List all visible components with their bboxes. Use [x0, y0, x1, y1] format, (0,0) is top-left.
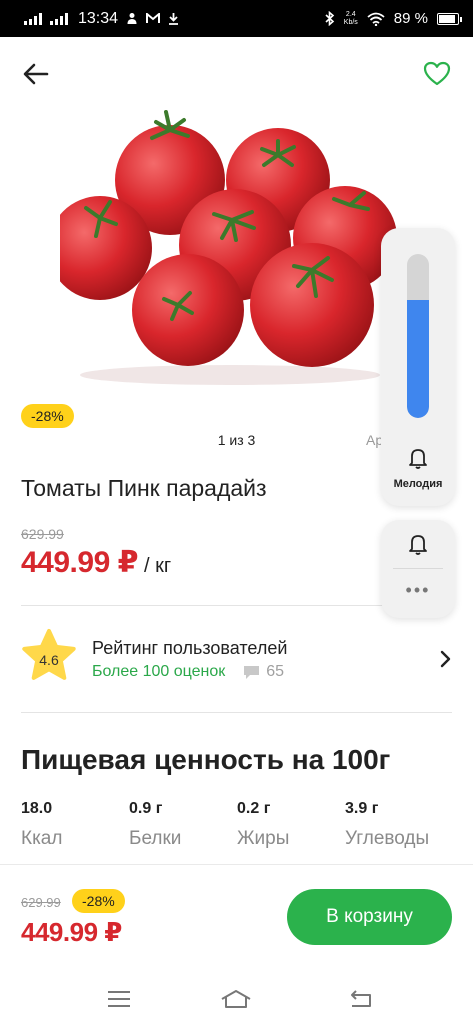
status-bar-right: 2.4 Kb/s 89 %	[325, 10, 462, 27]
signal-icon	[24, 12, 42, 25]
gmail-icon	[146, 13, 161, 23]
more-icon[interactable]: •••	[381, 580, 455, 601]
menu-icon	[108, 991, 130, 1007]
bottom-discount-badge: -28%	[72, 889, 125, 913]
rating-title: Рейтинг пользователей	[92, 638, 288, 658]
chevron-right-icon	[440, 650, 451, 668]
comment-icon	[244, 665, 260, 679]
old-price: 629.99	[21, 526, 64, 542]
volume-slider[interactable]	[407, 254, 429, 418]
back-button[interactable]	[20, 58, 52, 90]
nutrient-carbs: 3.9 г Углеводы	[345, 800, 453, 850]
favorite-button[interactable]	[421, 58, 453, 90]
nutrition-grid: 18.0 Ккал 0.9 г Белки 0.2 г Жиры 3.9 г У…	[21, 800, 461, 850]
system-nav-bar	[0, 974, 473, 1024]
nutrient-value: 18.0	[21, 800, 53, 817]
bell-icon[interactable]	[406, 532, 430, 556]
volume-panel: Мелодия	[381, 228, 455, 506]
home-icon	[221, 990, 251, 1008]
nutrition-heading: Пищевая ценность на 100г	[21, 744, 391, 775]
bottom-buy-bar: 629.99 -28% 449.99 ₽ В корзину	[0, 864, 473, 974]
tomato	[250, 243, 374, 367]
discount-badge: -28%	[21, 404, 74, 428]
heart-icon	[423, 61, 451, 86]
add-to-cart-button[interactable]: В корзину	[287, 889, 452, 945]
rating-value: 4.6	[39, 652, 59, 668]
comments-value: 65	[266, 663, 285, 680]
network-speed-unit: Kb/s	[343, 18, 358, 26]
status-time: 13:34	[78, 9, 119, 27]
price-row: 449.99 ₽ / кг	[21, 545, 171, 580]
status-bar: 13:34 2.4 Kb/s 89 %	[0, 0, 473, 37]
battery-percent: 89 %	[393, 10, 428, 27]
rating-count: Более 100 оценок	[92, 663, 226, 680]
rating-subline: Более 100 оценок 65	[92, 663, 284, 681]
network-speed: 2.4 Kb/s	[344, 11, 358, 27]
bottom-price: 449.99 ₽	[21, 917, 122, 947]
download-icon	[169, 13, 179, 25]
nutrient-protein: 0.9 г Белки	[129, 800, 237, 850]
bluetooth-icon	[325, 11, 334, 26]
nutrient-label: Белки	[129, 828, 182, 849]
nutrient-kcal: 18.0 Ккал	[21, 800, 129, 850]
divider	[21, 712, 452, 713]
system-back-button[interactable]	[344, 986, 376, 1012]
current-price: 449.99 ₽	[21, 546, 138, 579]
volume-mode-label: Мелодия	[393, 478, 443, 490]
nutrient-fat: 0.2 г Жиры	[237, 800, 345, 850]
divider	[393, 568, 443, 569]
price-unit: / кг	[143, 555, 172, 577]
comments-count: 65	[243, 663, 284, 681]
home-button[interactable]	[220, 986, 252, 1012]
nutrient-value: 0.9 г	[129, 800, 163, 817]
sound-settings-panel: •••	[381, 520, 455, 618]
nutrient-value: 0.2 г	[237, 800, 271, 817]
product-image[interactable]	[60, 100, 400, 390]
rating-row[interactable]: 4.6 Рейтинг пользователей Более 100 оцен…	[21, 626, 452, 692]
nutrient-label: Углеводы	[345, 828, 430, 849]
nutrient-label: Жиры	[237, 828, 290, 849]
bell-icon[interactable]	[406, 446, 430, 470]
battery-icon	[437, 12, 462, 25]
tomato	[132, 254, 244, 366]
volume-level	[407, 299, 429, 418]
signal-icon	[50, 12, 68, 25]
back-icon	[351, 990, 371, 1007]
product-title: Томаты Пинк парадайз	[21, 475, 267, 501]
bottom-old-price: 629.99	[21, 895, 61, 910]
nutrient-value: 3.9 г	[345, 800, 379, 817]
nutrient-label: Ккал	[21, 828, 63, 849]
status-bar-left: 13:34	[24, 10, 179, 28]
wifi-icon	[367, 12, 385, 26]
network-speed-value: 2.4	[345, 10, 356, 18]
usb-icon	[127, 13, 137, 24]
recent-apps-button[interactable]	[103, 986, 135, 1012]
back-arrow-icon	[23, 63, 49, 85]
